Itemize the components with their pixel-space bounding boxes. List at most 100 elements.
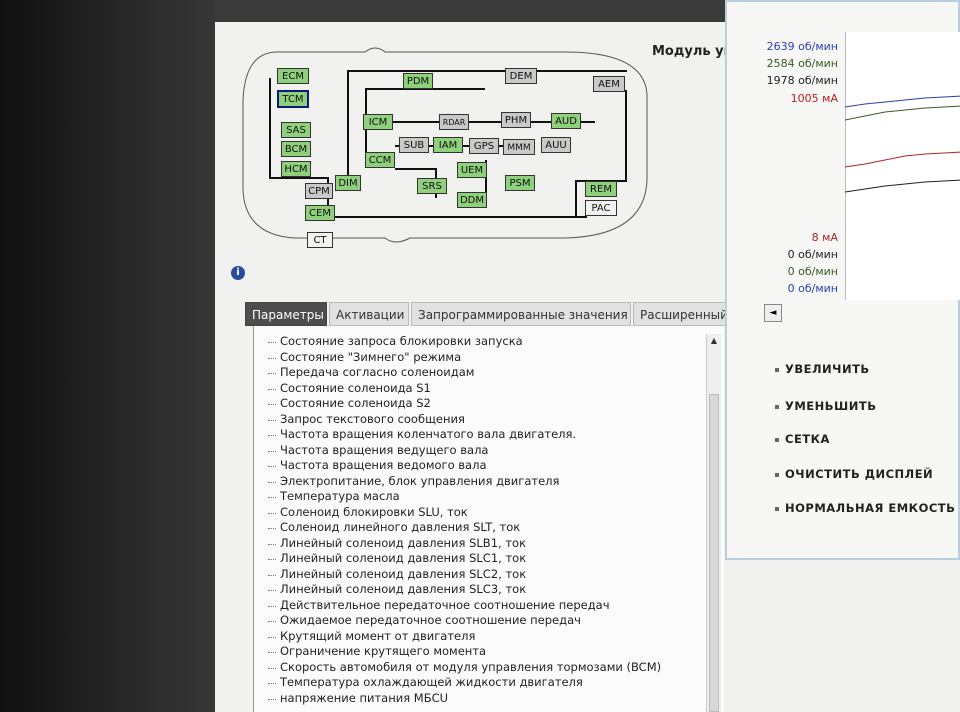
node-hcm[interactable]: HCM <box>281 161 311 177</box>
list-item[interactable]: Температура охлаждающей жидкости двигате… <box>268 675 708 691</box>
tab-advanced[interactable]: Расширенный <box>633 302 733 326</box>
tab-parameters[interactable]: Параметры <box>245 302 327 326</box>
node-srs[interactable]: SRS <box>417 178 447 194</box>
graph-reading-bottom: 8 мА <box>811 231 838 244</box>
list-item[interactable]: Состояние соленоида S1 <box>268 381 708 397</box>
list-item[interactable]: Линейный соленоид давления SLC1, ток <box>268 551 708 567</box>
list-item[interactable]: Ограничение крутящего момента <box>268 644 708 660</box>
graph-reading-top: 2639 об/мин <box>766 40 838 53</box>
list-item[interactable]: Действительное передаточное соотношение … <box>268 598 708 614</box>
list-item[interactable]: напряжение питания МБСU <box>268 691 708 707</box>
parameters-panel: Состояние запроса блокировки запуска Сос… <box>253 326 724 712</box>
list-item[interactable]: Линейный соленоид давления SLB1, ток <box>268 536 708 552</box>
node-phm[interactable]: PHM <box>501 112 531 128</box>
node-uem[interactable]: UEM <box>457 162 487 178</box>
bullet-icon <box>775 437 779 442</box>
node-cem[interactable]: CEM <box>305 205 335 221</box>
node-ddm[interactable]: DDM <box>457 192 487 208</box>
zoom-in-button[interactable]: УВЕЛИЧИТЬ <box>775 362 870 376</box>
trace-blue <box>844 95 960 108</box>
node-pac[interactable]: PAC <box>585 200 617 216</box>
zoom-in-label: УВЕЛИЧИТЬ <box>785 362 870 376</box>
node-sas[interactable]: SAS <box>281 122 311 138</box>
bus-wire <box>347 70 627 72</box>
bus-wire <box>575 180 577 218</box>
list-item[interactable]: Состояние запроса блокировки запуска <box>268 334 708 350</box>
node-sub[interactable]: SUB <box>399 137 429 153</box>
parameter-list: Состояние запроса блокировки запуска Сос… <box>268 334 708 706</box>
node-cpm[interactable]: CPM <box>305 183 333 199</box>
normal-capacity-button[interactable]: НОРМАЛЬНАЯ ЕМКОСТЬ <box>775 501 955 515</box>
node-tcm[interactable]: TCM <box>277 90 309 108</box>
list-item[interactable]: Электропитание, блок управления двигател… <box>268 474 708 490</box>
list-item[interactable]: Передача согласно соленоидам <box>268 365 708 381</box>
background-edge <box>0 0 232 712</box>
list-item[interactable]: Состояние соленоида S2 <box>268 396 708 412</box>
tab-programmed-values[interactable]: Запрограммированные значения <box>411 302 631 326</box>
node-ct[interactable]: CT <box>307 232 333 248</box>
list-item[interactable]: Скорость автомобиля от модуля управления… <box>268 660 708 676</box>
scrollbar-thumb[interactable] <box>709 394 719 712</box>
graph-canvas <box>844 32 960 300</box>
node-aud[interactable]: AUD <box>551 113 581 129</box>
list-item[interactable]: Линейный соленоид давления SLC2, ток <box>268 567 708 583</box>
clear-display-button[interactable]: ОЧИСТИТЬ ДИСПЛЕЙ <box>775 467 933 481</box>
grid-button[interactable]: СЕТКА <box>775 432 830 446</box>
list-item[interactable]: Запрос текстового сообщения <box>268 412 708 428</box>
graph-reading-top: 1978 об/мин <box>766 74 838 87</box>
node-mmm[interactable]: MMM <box>503 139 535 155</box>
clear-display-label: ОЧИСТИТЬ ДИСПЛЕЙ <box>785 467 934 481</box>
list-item[interactable]: Частота вращения ведущего вала <box>268 443 708 459</box>
bullet-icon <box>775 404 779 409</box>
zoom-out-label: УМЕНЬШИТЬ <box>785 399 877 413</box>
application-window: Модуль упра ECM TCM SAS BCM HCM CPM CEM … <box>215 0 960 712</box>
tab-activations[interactable]: Активации <box>329 302 409 326</box>
info-icon[interactable]: i <box>231 266 245 280</box>
graph-reading-bottom: 0 об/мин <box>787 282 838 295</box>
list-item[interactable]: Крутящий момент от двигателя <box>268 629 708 645</box>
node-aem[interactable]: AEM <box>593 76 625 92</box>
zoom-out-button[interactable]: УМЕНЬШИТЬ <box>775 399 877 413</box>
bus-wire <box>625 90 627 180</box>
list-item[interactable]: Частота вращения ведомого вала <box>268 458 708 474</box>
node-pdm[interactable]: PDM <box>403 73 433 89</box>
grid-label: СЕТКА <box>785 432 830 446</box>
node-rdar[interactable]: RDAR <box>439 114 469 130</box>
trace-red <box>844 151 960 168</box>
node-gps[interactable]: GPS <box>469 138 499 154</box>
signal-graph[interactable] <box>844 32 960 300</box>
bus-wire <box>395 168 435 170</box>
list-item[interactable]: Ожидаемое передаточное соотношение перед… <box>268 613 708 629</box>
list-item[interactable]: Линейный соленоид давления SLC3, ток <box>268 582 708 598</box>
graph-reading-top: 1005 мА <box>790 92 838 105</box>
vertical-scrollbar[interactable]: ▲ <box>706 334 721 712</box>
bus-wire <box>347 70 349 180</box>
list-item[interactable]: Соленоид блокировки SLU, ток <box>268 505 708 521</box>
node-rem[interactable]: REM <box>585 181 617 197</box>
graph-reading-bottom: 0 об/мин <box>787 248 838 261</box>
list-item[interactable]: Температура масла <box>268 489 708 505</box>
node-dem[interactable]: DEM <box>505 68 537 84</box>
graph-reading-top: 2584 об/мин <box>766 57 838 70</box>
node-icm[interactable]: ICM <box>363 114 393 130</box>
node-psm[interactable]: PSM <box>505 175 535 191</box>
bullet-icon <box>775 367 779 372</box>
node-ecm[interactable]: ECM <box>277 68 309 84</box>
list-item[interactable]: Соленоид линейного давления SLT, ток <box>268 520 708 536</box>
tab-bar: Параметры Активации Запрограммированные … <box>245 300 735 326</box>
trace-black <box>844 179 960 193</box>
node-iam[interactable]: IAM <box>433 137 463 153</box>
list-item[interactable]: Частота вращения коленчатого вала двигат… <box>268 427 708 443</box>
scroll-up-arrow-icon[interactable]: ▲ <box>707 336 721 348</box>
node-bcm[interactable]: BCM <box>281 141 311 157</box>
title-bar <box>215 0 750 22</box>
network-diagram: ECM TCM SAS BCM HCM CPM CEM CT DIM PDM D… <box>235 40 655 255</box>
node-ccm[interactable]: CCM <box>365 152 395 168</box>
graph-panel: 2639 об/мин 2584 об/мин 1978 об/мин 1005… <box>725 0 960 560</box>
node-auu[interactable]: AUU <box>541 137 571 153</box>
node-dim[interactable]: DIM <box>335 175 361 191</box>
list-item[interactable]: Состояние "Зимнего" режима <box>268 350 708 366</box>
normal-capacity-label: НОРМАЛЬНАЯ ЕМКОСТЬ <box>785 501 956 515</box>
scroll-left-arrow-icon[interactable]: ◄ <box>764 304 782 322</box>
graph-reading-bottom: 0 об/мин <box>787 265 838 278</box>
